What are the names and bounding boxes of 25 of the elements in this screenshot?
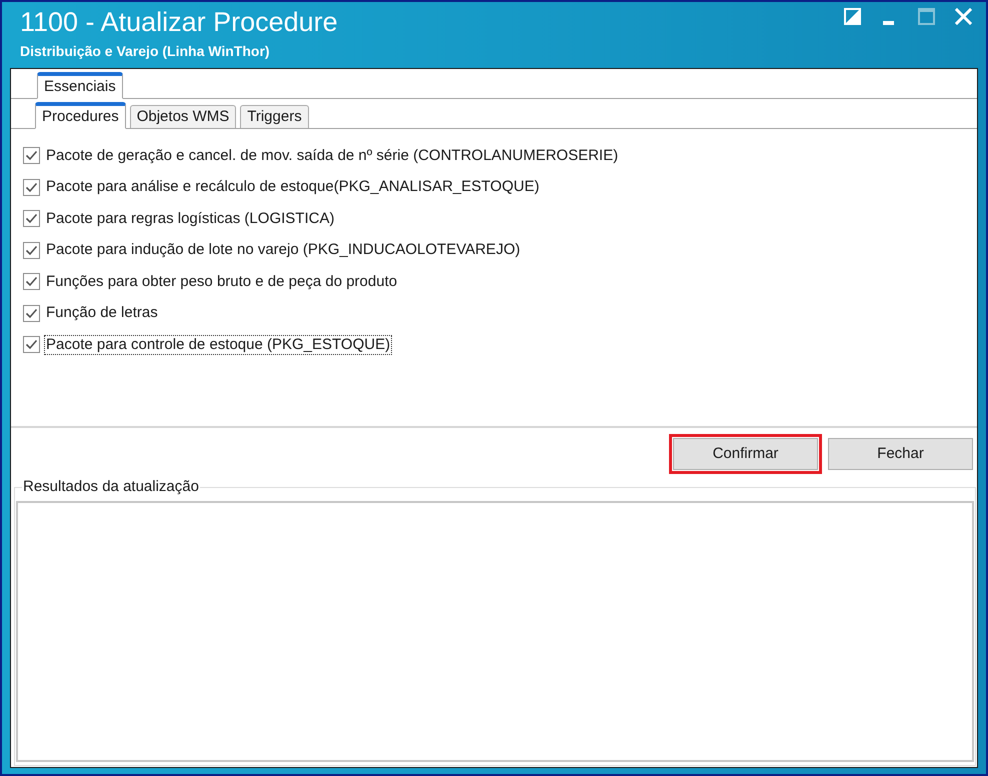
checkbox-label: Pacote para regras logísticas (LOGISTICA) <box>45 208 336 229</box>
tab[interactable]: Triggers <box>240 105 309 128</box>
checkbox[interactable] <box>23 147 40 164</box>
checkbox[interactable] <box>23 242 40 259</box>
checkbox-label: Funções para obter peso bruto e de peça do produto <box>45 272 398 292</box>
dialog-button[interactable]: Fechar <box>828 438 973 470</box>
checkbox-label: Pacote de geração e cancel. de mov. saída de nº série (CONTROLANUMEROSERIE) <box>45 146 620 166</box>
checkbox-label: Pacote para indução de lote no varejo (PKG_INDUCAOLOTEVAREJO) <box>45 240 522 260</box>
checkbox[interactable] <box>23 273 40 290</box>
checkbox-label: Pacote para controle de estoque (PKG_ESTOQUE) <box>44 334 392 355</box>
tab[interactable]: Objetos WMS <box>130 105 236 128</box>
checkbox-label: Função de letras <box>45 303 159 324</box>
window-subtitle: Distribuição e Varejo (Linha WinThor) <box>20 42 271 60</box>
group-title: Resultados da atualização <box>22 478 200 496</box>
window-title: 1100 - Atualizar Procedure <box>20 7 338 38</box>
checkbox-label: Pacote para análise e recálculo de estoque(PKG_ANALISAR_ESTOQUE) <box>45 177 540 198</box>
dialog-button[interactable]: Confirmar <box>673 438 818 470</box>
checkbox[interactable] <box>23 178 40 196</box>
checkbox[interactable] <box>23 336 40 354</box>
close-icon[interactable] <box>955 8 972 25</box>
tab[interactable]: Procedures <box>35 102 126 129</box>
checkbox[interactable] <box>23 304 40 322</box>
tab[interactable]: Essenciais <box>37 72 123 99</box>
checkbox[interactable] <box>23 210 40 228</box>
half-filled-square-icon[interactable] <box>844 8 861 25</box>
